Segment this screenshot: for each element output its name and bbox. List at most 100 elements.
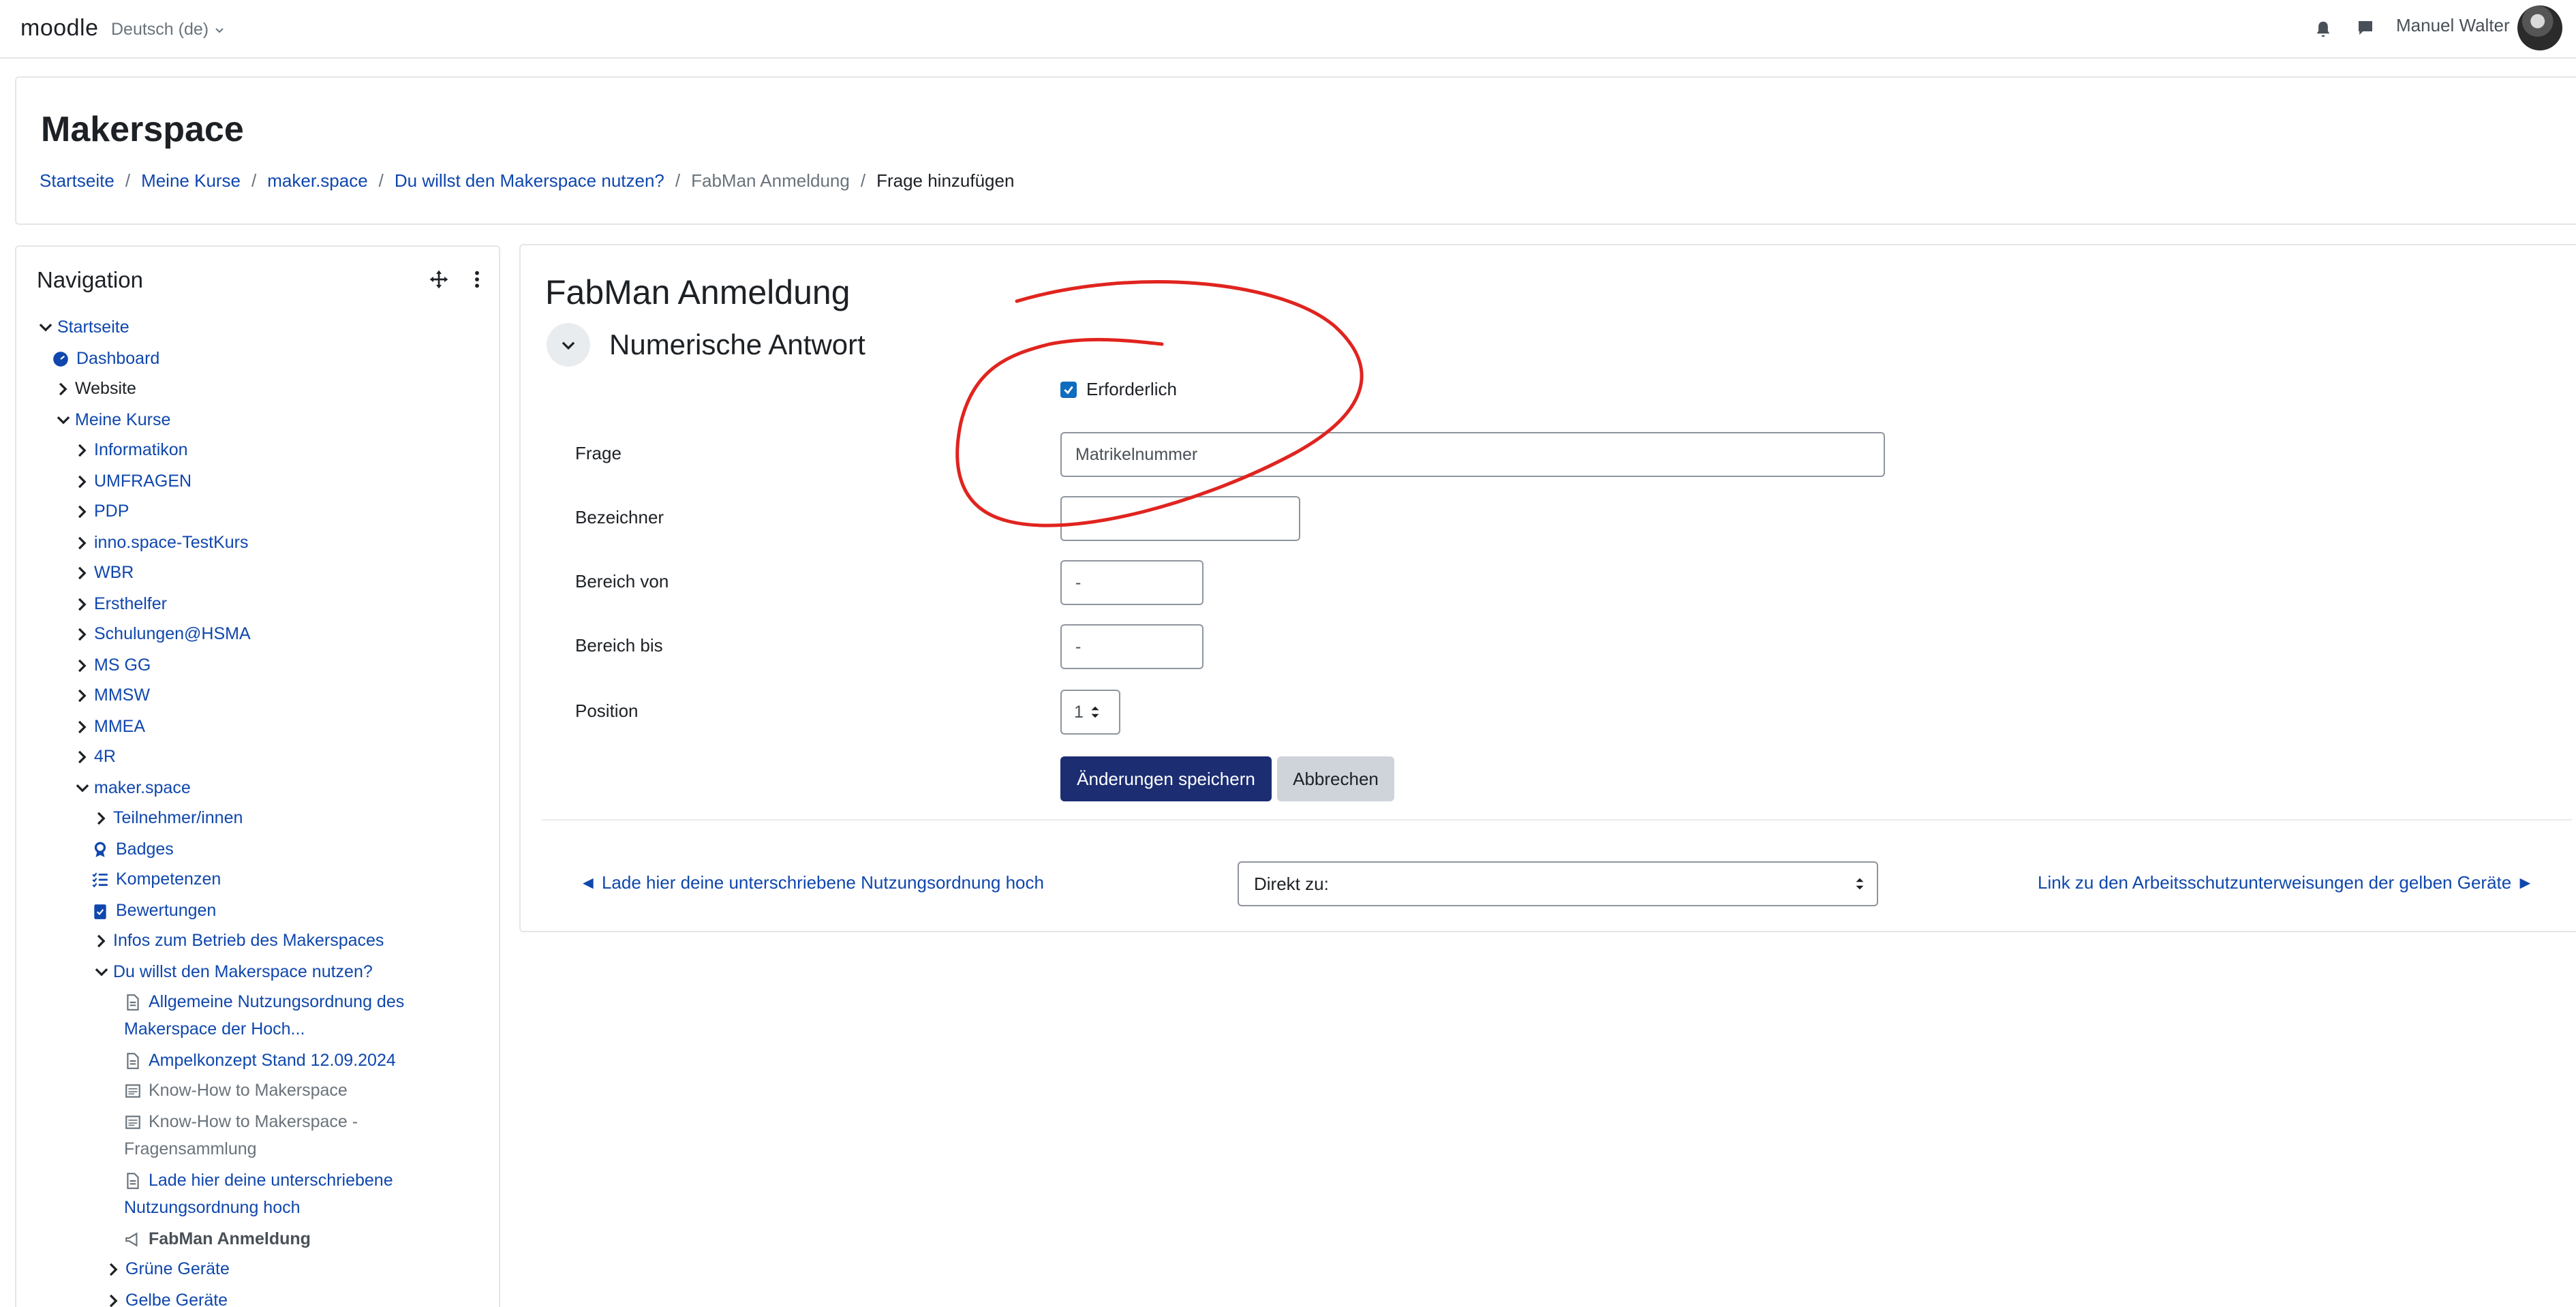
nav-item-badges[interactable]: Badges [91,840,174,859]
nav-item-label: inno.space-TestKurs [94,533,249,552]
chevron-right-icon [78,475,87,488]
language-menu[interactable]: Deutsch (de) [111,20,225,40]
nav-item-label: Infos zum Betrieb des Makerspaces [113,931,384,950]
main-content: FabMan Anmeldung Numerische Antwort Erfo… [519,244,2576,932]
save-button[interactable]: Änderungen speichern [1060,756,1272,801]
nav-item-course[interactable]: WBR [74,563,134,583]
chevron-right-icon [78,659,87,672]
nav-item-label: Meine Kurse [75,410,171,429]
breadcrumb-item[interactable]: FabMan Anmeldung [691,170,850,191]
nav-item-activity-continued[interactable]: Fragensammlung [124,1139,257,1159]
nav-item-activity-continued[interactable]: Makerspace der Hoch... [124,1019,305,1039]
nav-item-active-activity[interactable]: FabMan Anmeldung [124,1229,311,1249]
section-title: Numerische Antwort [609,328,865,360]
kebab-menu-icon[interactable] [466,268,488,290]
collapse-section-button[interactable] [547,323,590,367]
breadcrumb-item[interactable]: Meine Kurse [141,170,241,191]
nav-item-participants[interactable]: Teilnehmer/innen [93,808,243,828]
nav-item-course[interactable]: PDP [74,502,129,521]
chevron-right-icon [78,689,87,702]
nav-item-label: Ampelkonzept Stand 12.09.2024 [149,1051,396,1070]
site-logo[interactable]: moodle [20,15,99,42]
nav-item-label: Du willst den Makerspace nutzen? [113,962,373,981]
nav-item-maker-space[interactable]: maker.space [74,778,191,798]
nav-item-startseite[interactable]: Startseite [37,318,129,337]
nav-item-label: Bewertungen [116,901,217,920]
bezeichner-input[interactable] [1060,496,1300,541]
nav-item-course[interactable]: MMSW [74,686,150,705]
cancel-button[interactable]: Abbrechen [1277,756,1394,801]
chevron-down-icon [76,784,89,793]
previous-activity-link[interactable]: ◄ Lade hier deine unterschriebene Nutzun… [579,872,1044,893]
nav-item-section[interactable]: Grüne Geräte [105,1259,230,1279]
position-label: Position [575,701,639,721]
chevron-right-icon [78,444,87,457]
nav-item-label: WBR [94,563,134,582]
user-avatar[interactable] [2517,5,2562,50]
nav-item-course[interactable]: Ersthelfer [74,594,167,614]
nav-item-grades[interactable]: Bewertungen [91,901,216,921]
nav-item-activity[interactable]: Allgemeine Nutzungsordnung des [124,992,404,1012]
nav-item-label: Grüne Geräte [125,1259,230,1278]
notification-bell-icon[interactable] [2313,19,2333,40]
nav-item-label: Nutzungsordnung hoch [124,1198,301,1217]
move-icon[interactable] [428,268,450,290]
bezeichner-label: Bezeichner [575,507,664,527]
position-select[interactable]: 1 [1060,690,1120,735]
nav-item-section-open[interactable]: Du willst den Makerspace nutzen? [93,962,373,982]
nav-item-label: Know-How to Makerspace - [149,1112,358,1131]
file-icon [127,1172,139,1189]
nav-item-website[interactable]: Website [55,379,136,399]
bereich-bis-input[interactable]: - [1060,624,1203,669]
nav-item-course[interactable]: 4R [74,747,116,767]
nav-item-course[interactable]: inno.space-TestKurs [74,533,249,553]
nav-item-competencies[interactable]: Kompetenzen [91,870,221,889]
nav-item-course[interactable]: MMEA [74,717,145,737]
nav-item-activity[interactable]: Know-How to Makerspace [124,1081,348,1101]
select-arrows-icon [1856,878,1864,890]
user-name[interactable]: Manuel Walter [2396,15,2510,36]
nav-item-course[interactable]: Informatikon [74,440,188,460]
nav-item-label: Informatikon [94,440,188,459]
nav-item-course[interactable]: UMFRAGEN [74,472,191,491]
jump-to-select[interactable]: Direkt zu: [1238,861,1878,906]
nav-item-course[interactable]: Schulungen@HSMA [74,624,251,644]
nav-item-label: UMFRAGEN [94,472,192,491]
nav-item-course[interactable]: MS GG [74,656,151,675]
nav-item-activity[interactable]: Lade hier deine unterschriebene [124,1171,393,1190]
nav-item-label: Startseite [57,318,129,337]
nav-item-label: Dashboard [76,349,160,368]
page-icon [125,1115,140,1129]
next-activity-link[interactable]: Link zu den Arbeitsschutzunterweisungen … [2038,872,2534,893]
nav-item-section[interactable]: Gelbe Geräte [105,1291,228,1307]
nav-item-label: Makerspace der Hoch... [124,1019,305,1039]
frage-input[interactable]: Matrikelnummer [1060,432,1885,477]
chevron-right-icon [78,505,87,518]
nav-item-label: Website [75,379,136,398]
clipboard-check-icon [94,904,106,919]
page-title: Makerspace [41,110,244,149]
breadcrumb-item[interactable]: maker.space [267,170,367,191]
divider [541,819,2572,820]
breadcrumb-item[interactable]: Du willst den Makerspace nutzen? [395,170,664,191]
nav-item-label: Know-How to Makerspace [149,1081,348,1100]
chevron-down-icon [562,341,575,350]
badge-icon [94,842,106,857]
nav-item-activity-continued[interactable]: Nutzungsordnung hoch [124,1198,301,1218]
nav-item-activity[interactable]: Know-How to Makerspace - [124,1112,358,1132]
bereich-von-input[interactable]: - [1060,560,1203,605]
messages-icon[interactable] [2355,18,2376,38]
nav-item-label: PDP [94,502,129,521]
required-checkbox[interactable] [1060,381,1077,398]
nav-item-meine-kurse[interactable]: Meine Kurse [55,410,170,430]
nav-item-activity[interactable]: Ampelkonzept Stand 12.09.2024 [124,1051,396,1071]
checkmark-icon [1064,386,1073,395]
nav-item-section[interactable]: Infos zum Betrieb des Makerspaces [93,931,384,951]
nav-item-dashboard[interactable]: Dashboard [52,349,159,369]
jump-to-label: Direkt zu: [1254,873,1329,894]
frage-label: Frage [575,443,622,463]
nav-item-label: Badges [116,840,174,859]
file-icon [127,994,139,1011]
breadcrumb-item[interactable]: Startseite [40,170,114,191]
nav-item-label: MMEA [94,717,145,736]
